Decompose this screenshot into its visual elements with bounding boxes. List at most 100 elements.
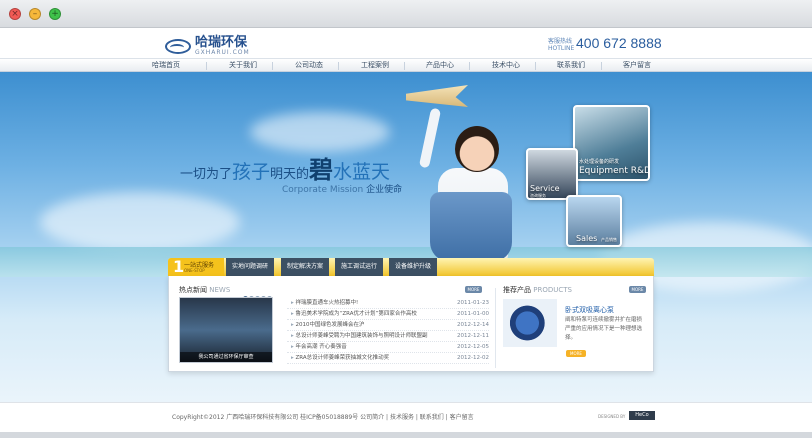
product-pump-image[interactable]	[503, 299, 557, 347]
nav-item-home[interactable]: 哈瑞首页	[152, 59, 180, 73]
step-solution[interactable]: 制定解决方案	[281, 258, 330, 276]
news-item[interactable]: 祥瑞膜直通车火热招募中! 2011-01-23	[287, 298, 489, 309]
news-item-title: ZRA总设计师姜峰荣获抽城文化推动奖	[291, 353, 441, 364]
tile-equipment[interactable]: 水处理设备的研发 Equipment R&D	[573, 105, 650, 181]
products-title-cn: 推荐产品	[503, 286, 531, 294]
hotline-en: HOTLINE	[548, 45, 575, 52]
news-item[interactable]: 年会高潮 齐心奏强音 2012-12-05	[287, 342, 489, 353]
close-window-button[interactable]: ×	[9, 8, 21, 20]
news-item-date: 2012-12-11	[457, 333, 489, 339]
nav-separator	[206, 62, 207, 70]
product-more-button[interactable]: MORE	[566, 350, 586, 357]
main-nav: 哈瑞首页 关于我们 公司动态 工程案例 产品中心 技术中心 联系我们 客户留言	[0, 58, 812, 72]
tile-service[interactable]: Service 咨询服务	[526, 148, 578, 200]
news-item-title: 年会高潮 齐心奏强音	[291, 342, 441, 353]
nav-separator	[535, 62, 536, 70]
slogan-part: 碧	[309, 156, 334, 184]
step-one-stop: 1 一站式服务 ONE-STOP	[168, 257, 224, 276]
window-titlebar: × – +	[0, 0, 812, 28]
logo-cn: 哈瑞环保	[195, 35, 248, 50]
footer-designed-by: DESIGNED BY	[598, 414, 626, 419]
news-featured-image[interactable]: 我公司通过省环保厅审查	[179, 297, 273, 363]
step-maintenance[interactable]: 设备维护升级	[389, 258, 438, 276]
products-more-button[interactable]: MORE	[629, 286, 646, 293]
nav-item-news[interactable]: 公司动态	[295, 59, 323, 73]
tile-service-cn: 咨询服务	[530, 193, 546, 198]
news-item-date: 2011-01-00	[457, 311, 489, 317]
logo-text: 哈瑞环保 GXHARUI.COM	[195, 36, 250, 57]
news-item[interactable]: 2010中国绿色发展峰会在沪 2012-12-14	[287, 320, 489, 331]
step-research[interactable]: 实地问题调研	[226, 258, 275, 276]
products-section-title: 推荐产品 PRODUCTS	[503, 285, 572, 295]
step-number: 1	[173, 257, 185, 276]
news-item-date: 2012-12-14	[457, 322, 489, 328]
footer-copyright: CopyRight©2012 广西哈瑞环保科技有限公司 桂ICP备0501888…	[172, 414, 474, 421]
service-steps-bar: 1 一站式服务 ONE-STOP 实地问题调研 制定解决方案 施工调试运行 设备…	[168, 257, 654, 276]
slogan-part: 水蓝天	[333, 161, 391, 183]
close-icon: ×	[11, 8, 19, 19]
tile-service-en: Service	[530, 184, 560, 193]
hotline-number: 400 672 8888	[576, 35, 662, 51]
news-item[interactable]: ZRA总设计师姜峰荣获抽城文化推动奖 2012-12-02	[287, 353, 489, 364]
slogan-part: 明天的	[270, 167, 310, 182]
nav-separator	[272, 62, 273, 70]
nav-item-cases[interactable]: 工程案例	[361, 59, 389, 73]
nav-separator	[338, 62, 339, 70]
news-item-title: 鲁迅美术学院成为“ZRA优才计划”第四家合作高校	[291, 309, 441, 320]
slogan-part: 一切为了	[180, 167, 233, 182]
nav-item-products[interactable]: 产品中心	[426, 59, 454, 73]
tile-sales[interactable]: Sales 产品销售	[566, 195, 622, 247]
logo-icon	[165, 39, 191, 54]
window-bottom	[0, 432, 812, 438]
hotline-label: 客服热线 HOTLINE	[548, 38, 574, 52]
hotline-cn: 客服热线	[548, 38, 573, 45]
slogan-part: 孩子	[232, 161, 271, 183]
products-title-en: PRODUCTS	[533, 286, 572, 294]
news-more-button[interactable]: MORE	[465, 286, 482, 293]
tile-equipment-en: Equipment R&D	[579, 166, 650, 176]
news-item-title: 总设计师姜峰受聘为中国建筑装饰与照明设计师联盟副	[291, 331, 441, 342]
nav-item-about[interactable]: 关于我们	[229, 59, 257, 73]
nav-item-tech[interactable]: 技术中心	[492, 59, 520, 73]
news-item-title: 2010中国绿色发展峰会在沪	[291, 320, 441, 331]
news-item[interactable]: 总设计师姜峰受聘为中国建筑装饰与照明设计师联盟副 2012-12-11	[287, 331, 489, 342]
product-name[interactable]: 卧式双吸离心泵	[565, 305, 614, 315]
step-construction[interactable]: 施工调试运行	[335, 258, 384, 276]
news-title-en: NEWS	[209, 286, 231, 294]
news-image-caption: 我公司通过省环保厅审查	[180, 352, 272, 362]
tile-equipment-cn: 水处理设备的研发	[579, 159, 620, 165]
tile-sales-en: Sales	[576, 234, 598, 243]
girl-head-image	[455, 126, 499, 172]
product-description: 阐和特泵可连续撤雾并扩在磨损严重的应用情况下是一种理想选择。	[565, 317, 643, 341]
nav-separator	[404, 62, 405, 70]
minimize-window-button[interactable]: –	[29, 8, 41, 20]
minimize-icon: –	[32, 8, 38, 19]
cloud	[250, 112, 390, 152]
nav-separator	[601, 62, 602, 70]
news-title-cn: 热点新闻	[179, 286, 207, 294]
mission-en: Corporate Mission	[282, 185, 364, 195]
news-item-date: 2011-01-23	[457, 300, 489, 306]
footer-designer-badge[interactable]: HeCo	[629, 411, 655, 420]
nav-item-feedback[interactable]: 客户留言	[623, 59, 651, 73]
panel-divider	[495, 288, 496, 368]
girl-dress-image	[430, 192, 512, 262]
news-item-title: 祥瑞膜直通车火热招募中!	[291, 298, 441, 309]
mission-cn: 企业使命	[366, 185, 403, 195]
hero-slogan: 一切为了孩子明天的碧水蓝天	[180, 150, 390, 185]
news-item[interactable]: 鲁迅美术学院成为“ZRA优才计划”第四家合作高校 2011-01-00	[287, 309, 489, 320]
maximize-window-button[interactable]: +	[49, 8, 61, 20]
site-logo[interactable]: 哈瑞环保 GXHARUI.COM	[165, 36, 250, 57]
news-list: 祥瑞膜直通车火热招募中! 2011-01-23 鲁迅美术学院成为“ZRA优才计划”…	[287, 298, 489, 364]
logo-en: GXHARUI.COM	[195, 49, 250, 56]
corporate-mission: Corporate Mission 企业使命	[282, 182, 402, 195]
site-header	[0, 28, 812, 58]
cloud	[40, 192, 240, 252]
nav-separator	[469, 62, 470, 70]
step-one-sub: ONE-STOP	[184, 268, 205, 273]
news-item-date: 2012-12-02	[457, 355, 489, 361]
maximize-icon: +	[51, 8, 59, 19]
news-item-date: 2012-12-05	[457, 344, 489, 350]
nav-item-contact[interactable]: 联系我们	[557, 59, 585, 73]
news-section-title: 热点新闻 NEWS	[179, 285, 230, 295]
